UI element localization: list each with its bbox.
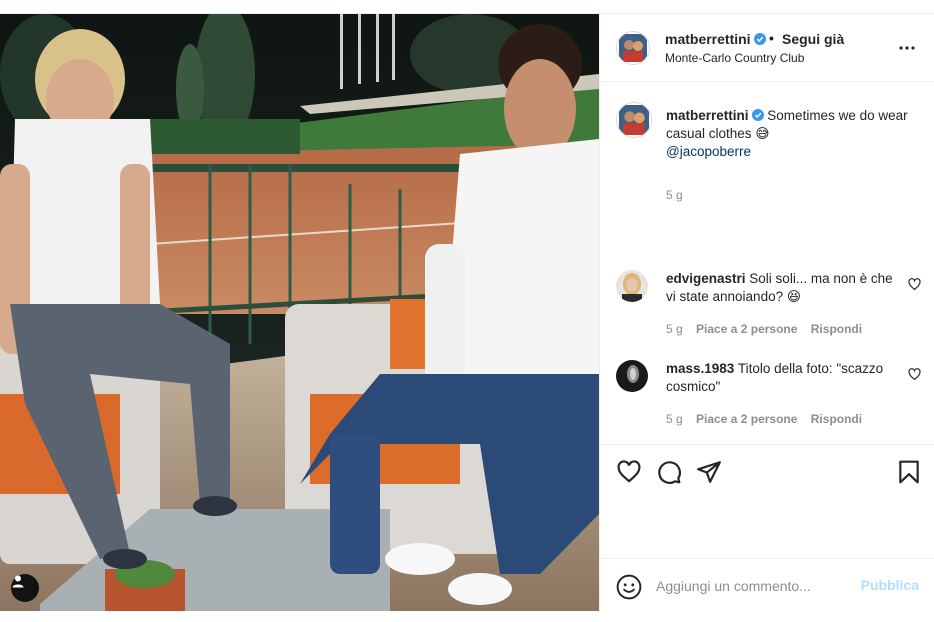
comment-meta: 5 g Piace a 2 persone Rispondi bbox=[666, 412, 872, 426]
user-tag-icon[interactable] bbox=[11, 574, 39, 602]
comment-likes[interactable]: Piace a 2 persone bbox=[696, 412, 797, 426]
comment-text: edvigenastri Soli soli... ma non è che v… bbox=[666, 270, 898, 306]
publish-button[interactable]: Pubblica bbox=[861, 577, 919, 593]
verified-badge-icon bbox=[751, 109, 764, 121]
caption-emoji: 😅 bbox=[755, 126, 770, 141]
following-button[interactable]: Segui già bbox=[782, 31, 844, 47]
commenter-avatar[interactable] bbox=[616, 270, 648, 302]
caption-avatar[interactable] bbox=[616, 102, 652, 138]
add-comment-bar: Pubblica bbox=[600, 558, 934, 611]
separator-dot: • bbox=[769, 30, 774, 46]
location-link[interactable]: Monte-Carlo Country Club bbox=[665, 51, 804, 65]
post-photo[interactable] bbox=[0, 14, 599, 611]
comment-like-heart-icon[interactable] bbox=[908, 368, 921, 381]
commenter-username[interactable]: edvigenastri bbox=[666, 271, 746, 286]
author-avatar[interactable] bbox=[616, 31, 650, 65]
caption-mention[interactable]: @jacopoberre bbox=[666, 144, 751, 159]
post-frame: matberrettini • Segui già Monte-Carlo Co… bbox=[0, 13, 934, 611]
avatar-image bbox=[616, 270, 648, 302]
post-side-panel: matberrettini • Segui già Monte-Carlo Co… bbox=[599, 14, 934, 611]
avatar-image bbox=[619, 34, 647, 62]
comment-emoji: 😆 bbox=[786, 289, 801, 304]
person-icon bbox=[12, 575, 24, 588]
comment-meta: 5 g Piace a 2 persone Rispondi bbox=[666, 322, 872, 336]
comment-icon[interactable] bbox=[656, 459, 682, 485]
avatar-image bbox=[616, 360, 648, 392]
reply-button[interactable]: Rispondi bbox=[811, 322, 862, 336]
commenter-avatar[interactable] bbox=[616, 360, 648, 392]
post-actions bbox=[600, 444, 934, 558]
author-username[interactable]: matberrettini bbox=[665, 31, 766, 47]
comment-timestamp[interactable]: 5 g bbox=[666, 322, 683, 336]
comment-text: mass.1983 Titolo della foto: "scazzo cos… bbox=[666, 360, 898, 396]
more-options-icon[interactable] bbox=[897, 38, 917, 58]
reply-button[interactable]: Rispondi bbox=[811, 412, 862, 426]
photo-illustration bbox=[0, 14, 599, 611]
heart-icon[interactable] bbox=[616, 459, 642, 485]
comment-timestamp[interactable]: 5 g bbox=[666, 412, 683, 426]
caption-username[interactable]: matberrettini bbox=[666, 108, 749, 123]
comment-input[interactable] bbox=[656, 575, 856, 597]
avatar-image bbox=[619, 105, 649, 135]
comment-like-heart-icon[interactable] bbox=[908, 278, 921, 291]
bookmark-icon[interactable] bbox=[896, 459, 922, 485]
author-username-text[interactable]: matberrettini bbox=[665, 31, 751, 47]
verified-badge-icon bbox=[753, 33, 766, 45]
share-icon[interactable] bbox=[696, 459, 722, 485]
comment-likes[interactable]: Piace a 2 persone bbox=[696, 322, 797, 336]
commenter-username[interactable]: mass.1983 bbox=[666, 361, 734, 376]
post-header: matberrettini • Segui già Monte-Carlo Co… bbox=[600, 14, 934, 82]
emoji-icon[interactable] bbox=[616, 574, 642, 600]
caption-timestamp[interactable]: 5 g bbox=[666, 188, 683, 202]
caption-text: matberrettini Sometimes we do wear casua… bbox=[666, 107, 924, 161]
